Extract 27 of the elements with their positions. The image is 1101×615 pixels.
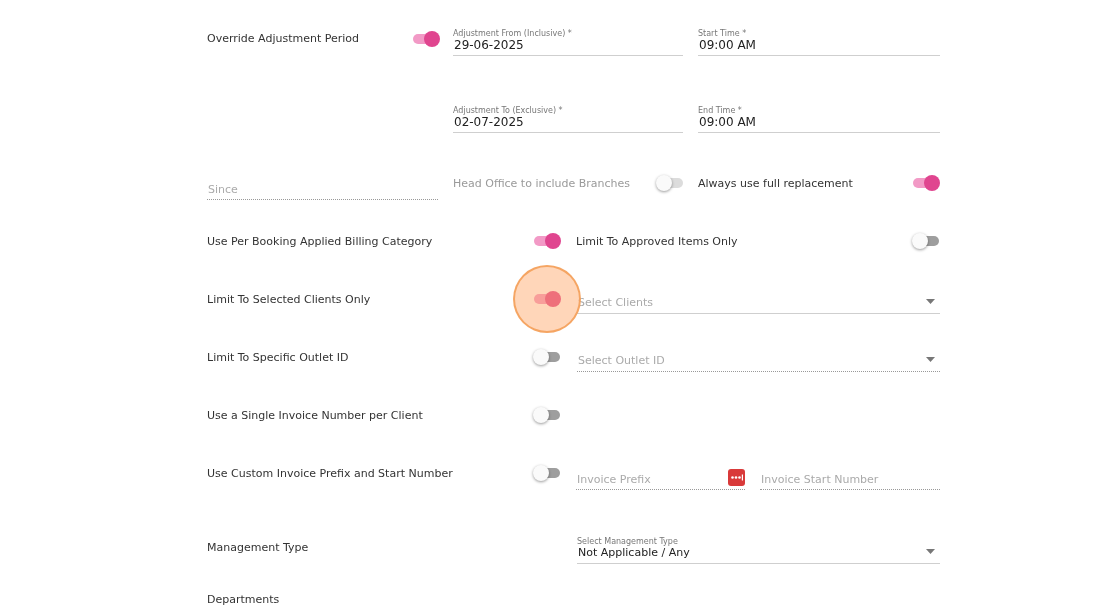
setting-label: Limit To Specific Outlet ID [207,350,350,364]
date-field[interactable]: Adjustment From (Inclusive) * 29-06-2025 [453,21,683,56]
setting-label: Head Office to include Branches [453,176,632,190]
toggle-switch[interactable] [533,349,561,365]
setting-label: Management Type [207,540,310,554]
setting-label: Use Custom Invoice Prefix and Start Number [207,466,454,480]
toggle-switch[interactable] [533,407,561,423]
caret-icon [926,357,935,362]
setting-label: Departments [207,592,281,606]
setting-label: Always use full replacement [698,176,854,190]
setting-label: Limit To Selected Clients Only [207,292,372,306]
date-field[interactable]: Adjustment To (Exclusive) * 02-07-2025 [453,98,683,133]
toggle-switch[interactable] [533,291,561,307]
setting-label: Use a Single Invoice Number per Client [207,408,424,422]
caret-icon [926,299,935,304]
toggle-switch[interactable] [912,175,940,191]
setting-label: Limit To Approved Items Only [576,234,739,248]
date-field[interactable]: End Time * 09:00 AM [698,98,940,133]
caret-icon [926,549,935,554]
setting-label: Override Adjustment Period [207,32,361,45]
toggle-switch[interactable] [412,30,440,47]
toggle-switch[interactable] [533,233,561,249]
select-field[interactable]: Select Management Type Not Applicable / Any [577,530,940,564]
date-field[interactable]: Start Time * 09:00 AM [698,21,940,56]
toggle-switch[interactable] [533,465,561,481]
toggle-switch[interactable] [912,233,940,249]
setting-label: Use Per Booking Applied Billing Category [207,234,434,248]
